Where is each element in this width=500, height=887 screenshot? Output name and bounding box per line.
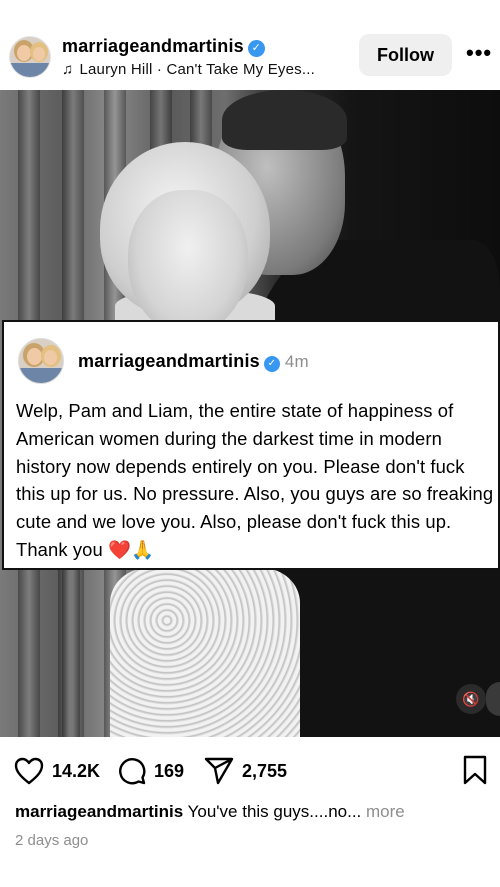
more-options-icon[interactable]: ••• — [466, 40, 492, 66]
photo-lace-dress — [110, 568, 300, 737]
action-bar: 14.2K 169 2,755 — [0, 737, 500, 802]
like-button[interactable]: 14.2K — [14, 757, 100, 785]
overlay-avatar — [18, 338, 64, 384]
bookmark-icon[interactable] — [462, 755, 488, 785]
mute-icon[interactable]: 🔇 — [456, 684, 486, 714]
verified-badge-icon: ✓ — [247, 40, 265, 57]
overlay-username: marriageandmartinis ✓ 4m — [78, 351, 309, 372]
heart-icon[interactable] — [14, 757, 44, 785]
post-header: marriageandmartinis ✓ ♫ Lauryn Hill · Can'… — [0, 0, 500, 90]
verified-badge-icon: ✓ — [263, 356, 280, 372]
music-note-icon: ♫ — [62, 61, 74, 78]
share-icon[interactable] — [204, 757, 234, 785]
overlay-time: 4m — [284, 352, 309, 371]
song-info[interactable]: ♫ Lauryn Hill · Can't Take My Eyes... — [62, 61, 315, 78]
share-count[interactable]: 2,755 — [242, 761, 287, 782]
comment-button[interactable]: 169 — [118, 757, 184, 785]
profile-avatar[interactable] — [9, 36, 51, 78]
caption-more-link[interactable]: more — [366, 802, 405, 821]
post-timestamp: 2 days ago — [15, 832, 89, 849]
caption-username[interactable]: marriageandmartinis — [15, 802, 183, 821]
like-count[interactable]: 14.2K — [52, 761, 100, 782]
post-username-text[interactable]: marriageandmartinis — [62, 36, 244, 56]
caption-text: You've this guys....no... — [187, 802, 362, 821]
share-button[interactable]: 2,755 — [204, 757, 287, 785]
follow-button[interactable]: Follow — [359, 34, 452, 76]
song-title[interactable]: Lauryn Hill · Can't Take My Eyes... — [79, 61, 315, 78]
overlay-username-text: marriageandmartinis — [78, 351, 260, 371]
overlay-text: Welp, Pam and Liam, the entire state of … — [16, 400, 494, 560]
text-overlay-card: marriageandmartinis ✓ 4m Welp, Pam and Lia… — [2, 320, 500, 570]
comment-count[interactable]: 169 — [154, 761, 184, 782]
post-username[interactable]: marriageandmartinis ✓ — [62, 36, 265, 57]
comment-icon[interactable] — [118, 757, 146, 785]
post-caption: marriageandmartinis You've this guys....… — [15, 802, 405, 822]
